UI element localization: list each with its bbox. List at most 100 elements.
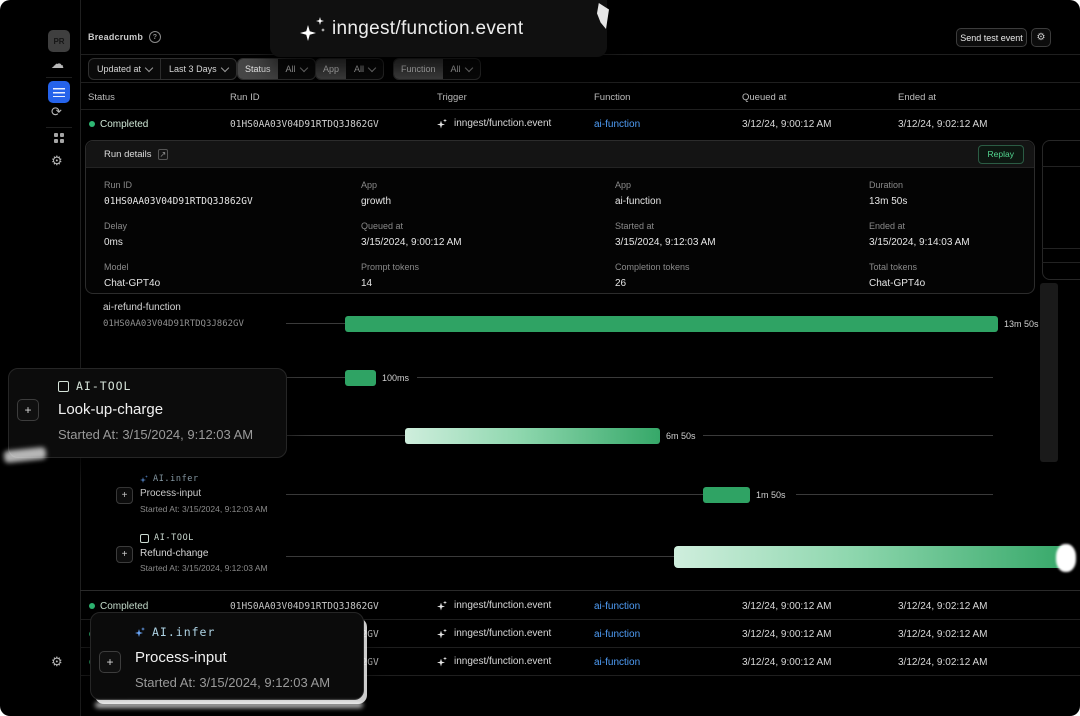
breadcrumb: Breadcrumb — [88, 31, 161, 43]
field-queued-at: Queued at 3/15/2024, 9:00:12 AM — [361, 221, 615, 248]
app-filter-value: All — [354, 64, 364, 74]
sidebar-border — [80, 0, 81, 716]
timeline-connector — [286, 323, 345, 324]
function-filter-label: Function — [394, 59, 443, 79]
waterfall-step-name: Process-input — [140, 488, 201, 499]
duration-label: 100ms — [382, 373, 409, 383]
sort-filter[interactable]: Updated at Last 3 Days — [88, 58, 237, 80]
expand-step-button[interactable]: + — [116, 546, 133, 563]
status-dot — [89, 121, 95, 127]
apps-grid-icon[interactable] — [54, 133, 58, 137]
step-started-at: Started At: 3/15/2024, 9:12:03 AM — [140, 563, 268, 573]
timeline-connector — [286, 556, 674, 557]
function-filter[interactable]: Function All — [393, 58, 481, 80]
cloud-icon[interactable]: ☁ — [51, 57, 64, 70]
inngest-sparkle-icon — [437, 629, 447, 639]
waterfall-step-name: ai-refund-function — [103, 302, 181, 313]
timeline-connector — [286, 494, 703, 495]
event-title: inngest/function.event — [332, 18, 523, 40]
external-link-icon[interactable] — [158, 149, 169, 160]
send-test-event-button[interactable]: Send test event — [956, 28, 1027, 47]
status-dot — [89, 603, 95, 609]
section-divider — [80, 590, 1080, 591]
status-filter-value: All — [286, 64, 296, 74]
step-name: Look-up-charge — [58, 401, 163, 418]
run-details-panel: Run details Replay Run ID 01HS0AA03V04D9… — [85, 140, 1035, 294]
function-link[interactable]: ai-function — [594, 119, 640, 130]
timeline-bar[interactable] — [674, 546, 1068, 568]
inngest-sparkle-icon — [437, 601, 447, 611]
field-prompt-tokens: Prompt tokens 14 — [361, 262, 615, 289]
sidebar-item-runs-active[interactable] — [48, 81, 70, 103]
function-link[interactable]: ai-function — [615, 196, 869, 207]
step-tooltip-process-input: + AI.infer Process-input Started At: 3/1… — [90, 612, 364, 700]
function-link[interactable]: ai-function — [594, 601, 640, 612]
timeline-bar[interactable] — [345, 316, 998, 332]
tool-icon — [140, 534, 149, 543]
col-header-queued-at: Queued at — [742, 92, 786, 103]
date-range-label: Last 3 Days — [169, 64, 217, 74]
step-type-label: AI-TOOL — [58, 379, 131, 393]
queued-at-cell: 3/12/24, 9:00:12 AM — [742, 629, 832, 640]
chevron-down-icon — [464, 63, 472, 71]
refresh-icon[interactable]: ⟳ — [51, 105, 62, 118]
step-tooltip-look-up-charge: + AI-TOOL Look-up-charge Started At: 3/1… — [8, 368, 287, 458]
scrollbar-thumb[interactable] — [1040, 283, 1058, 462]
breadcrumb-label: Breadcrumb — [88, 32, 143, 42]
ai-sparkle-icon — [140, 475, 148, 483]
queued-at-cell: 3/12/24, 9:00:12 AM — [742, 657, 832, 668]
bottom-settings-gear-icon[interactable] — [51, 653, 63, 671]
clipped-panel-edge — [1042, 140, 1080, 280]
function-filter-value: All — [451, 64, 461, 74]
run-id-cell: 01HS0AA03V04D91RTDQ3J862GV — [230, 119, 379, 130]
ended-at-cell: 3/12/24, 9:02:12 AM — [898, 119, 988, 130]
timeline-bar[interactable] — [405, 428, 660, 444]
runs-list-icon — [53, 88, 65, 97]
expand-step-button[interactable]: + — [99, 651, 121, 673]
col-header-trigger: Trigger — [437, 92, 467, 103]
header-settings-button[interactable] — [1031, 28, 1051, 47]
settings-gear-icon[interactable] — [51, 152, 63, 170]
ai-sparkle-icon — [135, 627, 145, 637]
app-filter-label: App — [316, 59, 346, 79]
waterfall-run-id: 01HS0AA03V04D91RTDQ3J862GV — [103, 319, 244, 329]
field-duration: Duration 13m 50s — [869, 180, 1034, 207]
timeline-connector — [796, 494, 993, 495]
function-link[interactable]: ai-function — [594, 657, 640, 668]
ended-at-cell: 3/12/24, 9:02:12 AM — [898, 657, 988, 668]
inngest-sparkle-icon — [437, 657, 447, 667]
expand-step-button[interactable]: + — [116, 487, 133, 504]
chevron-down-icon — [299, 63, 307, 71]
expand-step-button[interactable]: + — [17, 399, 39, 421]
timeline-connector — [417, 377, 993, 378]
step-type-label: AI-TOOL — [140, 533, 194, 543]
table-header-divider — [80, 109, 1080, 110]
event-title-card: inngest/function.event — [270, 0, 607, 57]
function-link[interactable]: ai-function — [594, 629, 640, 640]
tool-icon — [58, 381, 69, 392]
duration-label: 6m 50s — [666, 431, 696, 441]
timeline-bar[interactable] — [703, 487, 750, 503]
chevron-down-icon — [145, 63, 153, 71]
step-started-at: Started At: 3/15/2024, 9:12:03 AM — [140, 504, 268, 514]
workspace-avatar[interactable]: PR — [48, 30, 70, 52]
trigger-cell: inngest/function.event — [454, 118, 551, 129]
ended-at-cell: 3/12/24, 9:02:12 AM — [898, 601, 988, 612]
col-header-function: Function — [594, 92, 630, 103]
field-model: Model Chat-GPT4o — [104, 262, 361, 289]
help-icon[interactable] — [149, 31, 161, 43]
timeline-bar[interactable] — [345, 370, 376, 386]
duration-label: 13m 50s — [1004, 319, 1039, 329]
run-id-cell: 01HS0AA03V04D91RTDQ3J862GV — [230, 601, 379, 612]
status-filter-label: Status — [238, 59, 278, 79]
status-filter[interactable]: Status All — [237, 58, 316, 80]
sidebar-divider — [46, 77, 72, 78]
app-link[interactable]: growth — [361, 196, 615, 207]
cursor-artifact — [95, 702, 363, 708]
run-details-header: Run details Replay — [86, 141, 1034, 168]
field-started-at: Started at 3/15/2024, 9:12:03 AM — [615, 221, 869, 248]
trigger-cell: inngest/function.event — [454, 628, 551, 639]
replay-button[interactable]: Replay — [978, 145, 1024, 164]
app-filter[interactable]: App All — [315, 58, 384, 80]
step-started-at: Started At: 3/15/2024, 9:12:03 AM — [135, 675, 330, 690]
